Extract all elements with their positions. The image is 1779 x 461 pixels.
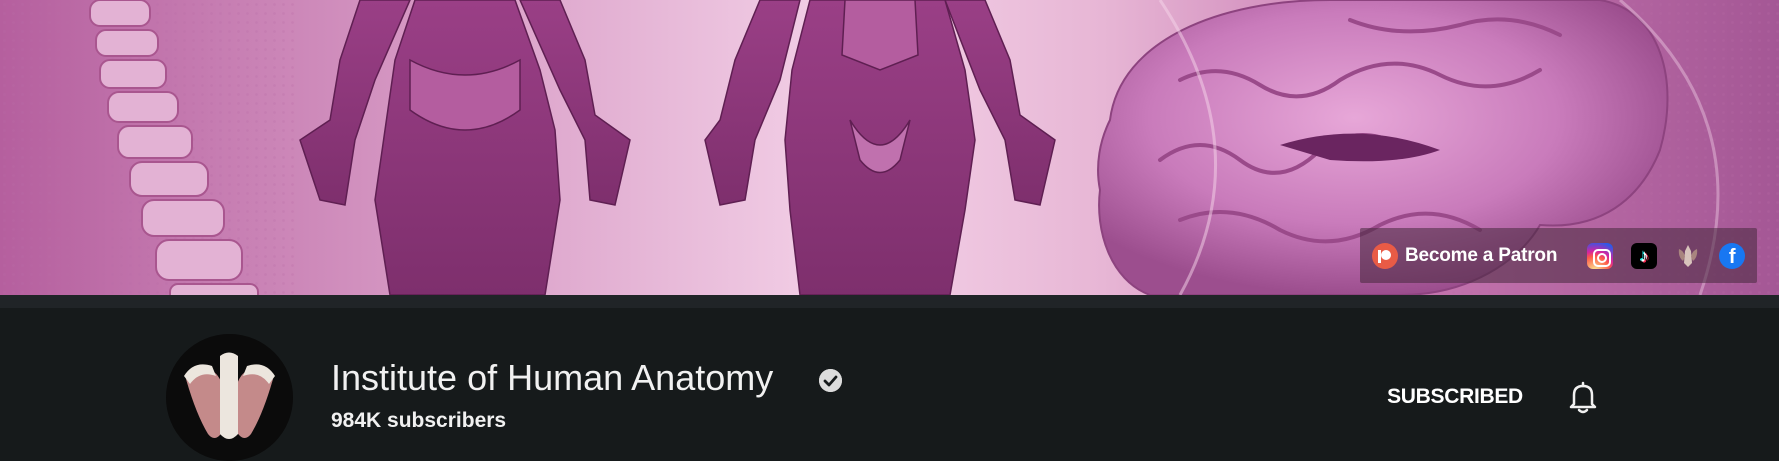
banner-divider (0, 295, 1779, 308)
channel-banner: Become a Patron ♪ f (0, 0, 1779, 295)
channel-name[interactable]: Institute of Human Anatomy (331, 357, 773, 399)
notification-bell-icon[interactable] (1567, 380, 1599, 414)
instagram-icon[interactable] (1587, 242, 1614, 269)
become-patron-link[interactable]: Become a Patron (1405, 245, 1557, 267)
facebook-icon[interactable]: f (1719, 242, 1746, 269)
tiktok-icon[interactable]: ♪ (1631, 242, 1658, 269)
subscriber-count: 984K subscribers (331, 409, 507, 432)
channel-avatar[interactable] (166, 334, 293, 461)
verified-check-icon (819, 369, 842, 392)
subscribed-button[interactable]: SUBSCRIBED (1380, 382, 1530, 412)
patreon-icon[interactable] (1372, 242, 1398, 269)
back-muscle-figure (299, 0, 631, 295)
banner-links: Become a Patron ♪ f (1360, 228, 1757, 283)
front-muscle-figure (704, 0, 1056, 295)
uterus-logo-icon (166, 334, 293, 461)
anatomy-logo-icon[interactable] (1675, 243, 1701, 269)
